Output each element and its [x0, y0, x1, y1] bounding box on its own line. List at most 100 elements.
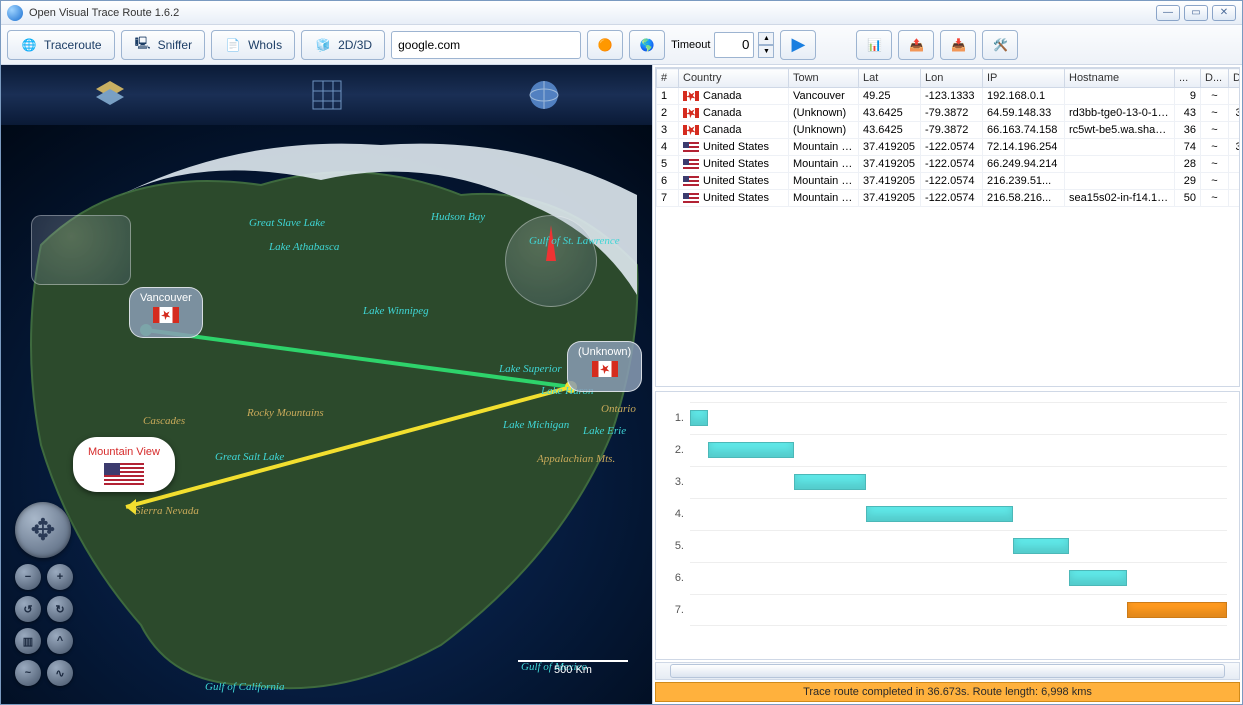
globe-view[interactable]: Great Slave Lake Lake Athabasca Hudson B…: [1, 125, 652, 704]
timeout-up[interactable]: ▲: [758, 32, 774, 45]
table-row[interactable]: 4United StatesMountain Vi...37.419205-12…: [657, 139, 1241, 156]
node-unknown-text: (Unknown): [578, 346, 631, 358]
gantt-row-label: 6.: [668, 572, 690, 584]
zoom-in-button[interactable]: +: [47, 564, 73, 590]
document-icon: 📄: [224, 36, 242, 54]
tools-icon: 🛠️: [991, 36, 1009, 54]
close-button[interactable]: ✕: [1212, 5, 1236, 21]
flag-ca-icon: [683, 108, 699, 118]
col-hostname[interactable]: Hostname: [1065, 69, 1175, 88]
gantt-bar[interactable]: [1069, 570, 1127, 586]
refresh-button[interactable]: 🟠: [587, 30, 623, 60]
gantt-bar[interactable]: [1127, 602, 1227, 618]
horizontal-scrollbar[interactable]: [655, 662, 1240, 680]
sphere-icon[interactable]: [524, 75, 564, 115]
settings-button[interactable]: 🛠️: [982, 30, 1018, 60]
col-town[interactable]: Town: [789, 69, 859, 88]
col-ip[interactable]: IP: [983, 69, 1065, 88]
node-unknown[interactable]: (Unknown): [567, 341, 642, 392]
label-ontario: Ontario: [601, 403, 636, 415]
gantt-track: [690, 530, 1227, 562]
wave-button[interactable]: ~: [15, 660, 41, 686]
locate-button[interactable]: 🌎: [629, 30, 665, 60]
gantt-track: [690, 498, 1227, 530]
timeout-down[interactable]: ▼: [758, 45, 774, 58]
status-text: Trace route completed in 36.673s. Route …: [803, 686, 1092, 698]
label-gsl: Great Salt Lake: [215, 451, 284, 463]
gantt-row-label: 3.: [668, 476, 690, 488]
whois-button[interactable]: 📄 WhoIs: [211, 30, 295, 60]
label-great-slave: Great Slave Lake: [249, 217, 325, 229]
gantt-bar[interactable]: [690, 410, 708, 426]
world-pin-icon: 🌎: [638, 36, 656, 54]
up-button[interactable]: ^: [47, 628, 73, 654]
col-c1[interactable]: ...: [1175, 69, 1201, 88]
layers-icon[interactable]: [90, 75, 130, 115]
view-2d3d-button[interactable]: 🧊 2D/3D: [301, 30, 385, 60]
gantt-row: 4.: [668, 498, 1227, 530]
gantt-bar[interactable]: [708, 442, 794, 458]
col-lat[interactable]: Lat: [859, 69, 921, 88]
gantt-track: [690, 466, 1227, 498]
gantt-chart: 1. 2. 3. 4.5. 6. 7.: [668, 402, 1227, 642]
play-icon: ▶: [789, 36, 807, 54]
col-n[interactable]: #: [657, 69, 679, 88]
right-panel: # Country Town Lat Lon IP Hostname ... D…: [653, 65, 1242, 704]
zoom-out-button[interactable]: −: [15, 564, 41, 590]
timeout-input[interactable]: [714, 32, 754, 58]
table-row[interactable]: 1CanadaVancouver49.25-123.1333192.168.0.…: [657, 88, 1241, 105]
compass-indicator[interactable]: [505, 215, 597, 307]
export-button[interactable]: 📤: [898, 30, 934, 60]
table-row[interactable]: 3Canada(Unknown)43.6425-79.387266.163.74…: [657, 122, 1241, 139]
label-sierra: Sierra Nevada: [135, 505, 199, 517]
gantt-track: [690, 562, 1227, 594]
export-icon: 📤: [907, 36, 925, 54]
map-panel: Great Slave Lake Lake Athabasca Hudson B…: [1, 65, 653, 704]
graph-button[interactable]: ∿: [47, 660, 73, 686]
chart-button[interactable]: 📊: [856, 30, 892, 60]
rotate-cw-button[interactable]: ↻: [47, 596, 73, 622]
col-d2[interactable]: D...: [1229, 69, 1241, 88]
table-row[interactable]: 2Canada(Unknown)43.6425-79.387264.59.148…: [657, 105, 1241, 122]
node-mountain-view[interactable]: Mountain View: [73, 437, 175, 492]
traceroute-button[interactable]: 🌐 Traceroute: [7, 30, 115, 60]
gantt-container: 1. 2. 3. 4.5. 6. 7.: [655, 391, 1240, 660]
pan-joystick[interactable]: [15, 502, 71, 558]
col-country[interactable]: Country: [679, 69, 789, 88]
grid-icon[interactable]: [307, 75, 347, 115]
status-bar: Trace route completed in 36.673s. Route …: [655, 682, 1240, 702]
import-button[interactable]: 📥: [940, 30, 976, 60]
table-row[interactable]: 7United StatesMountain Vi...37.419205-12…: [657, 190, 1241, 207]
gantt-bar[interactable]: [866, 506, 1014, 522]
cube-icon: 🧊: [314, 36, 332, 54]
sniffer-label: Sniffer: [158, 38, 192, 52]
app-icon: [7, 5, 23, 21]
rotate-ccw-button[interactable]: ↺: [15, 596, 41, 622]
col-lon[interactable]: Lon: [921, 69, 983, 88]
host-input[interactable]: [391, 31, 581, 59]
table-row[interactable]: 5United StatesMountain Vi...37.419205-12…: [657, 156, 1241, 173]
view-label: 2D/3D: [338, 38, 372, 52]
gantt-track: [690, 434, 1227, 466]
gantt-row: 2.: [668, 434, 1227, 466]
flag-us-icon: [104, 463, 144, 485]
whois-label: WhoIs: [248, 38, 282, 52]
flag-us-icon: [683, 193, 699, 203]
gantt-row-label: 1.: [668, 412, 690, 424]
gantt-bar[interactable]: [794, 474, 866, 490]
gantt-row-label: 7.: [668, 604, 690, 616]
col-d1[interactable]: D...: [1201, 69, 1229, 88]
maximize-button[interactable]: ▭: [1184, 5, 1208, 21]
scrollbar-thumb[interactable]: [670, 664, 1225, 678]
compass-minimap[interactable]: [31, 215, 131, 285]
flag-us-icon: [683, 159, 699, 169]
node-vancouver[interactable]: Vancouver: [129, 287, 203, 338]
sniffer-button[interactable]: 🖳 Sniffer: [121, 30, 205, 60]
bars-button[interactable]: ▥: [15, 628, 41, 654]
gantt-row: 5.: [668, 530, 1227, 562]
gantt-bar[interactable]: [1013, 538, 1069, 554]
minimize-button[interactable]: —: [1156, 5, 1180, 21]
table-row[interactable]: 6United StatesMountain Vi...37.419205-12…: [657, 173, 1241, 190]
run-button[interactable]: ▶: [780, 30, 816, 60]
label-rocky: Rocky Mountains: [247, 407, 324, 419]
